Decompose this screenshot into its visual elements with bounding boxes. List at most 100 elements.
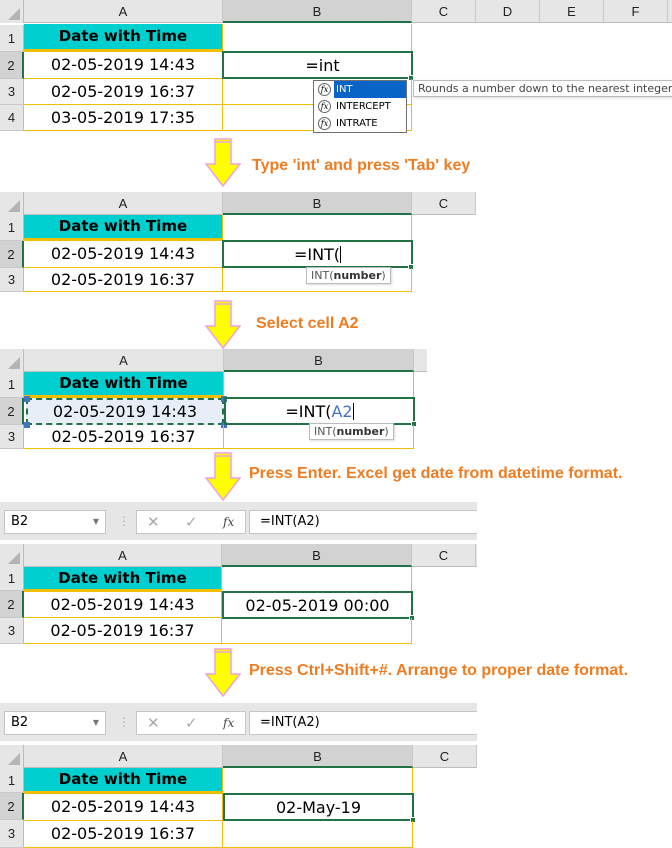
- row-header-1[interactable]: 1: [0, 372, 24, 398]
- select-all-corner[interactable]: [0, 544, 24, 567]
- row-header-1[interactable]: 1: [0, 567, 24, 591]
- down-arrow-icon: [205, 138, 241, 188]
- panel-2-function-entered: A B C 1 2 3 Date with Time 02-05-2019 14…: [0, 192, 476, 292]
- row-header-3[interactable]: 3: [0, 618, 24, 644]
- row-header-1[interactable]: 1: [0, 215, 24, 241]
- col-header-f[interactable]: F: [604, 0, 668, 23]
- selection-handle[interactable]: [24, 396, 30, 402]
- col-header-b[interactable]: B: [223, 0, 412, 23]
- panel-4-result-datetime: B2 ▼ ⋮ ✕ ✓ fx =INT(A2) A B C 1 2 3 Date …: [0, 502, 477, 644]
- row-header-2[interactable]: 2: [0, 398, 24, 425]
- chevron-down-icon[interactable]: ▼: [93, 712, 99, 734]
- function-argument-tooltip: INT(number): [306, 267, 391, 284]
- col-header-c[interactable]: C: [412, 544, 476, 567]
- cell-b3[interactable]: [222, 618, 412, 644]
- row-header-2[interactable]: 2: [0, 52, 24, 79]
- row-header-4[interactable]: 4: [0, 105, 24, 131]
- cell-a4[interactable]: 03-05-2019 17:35: [24, 105, 223, 131]
- col-header-a[interactable]: A: [24, 544, 222, 567]
- panel-3-select-reference: A B 1 2 3 Date with Time 02-05-2019 14:4…: [0, 349, 427, 449]
- cancel-icon[interactable]: ✕: [147, 714, 160, 732]
- cell-a1-header[interactable]: Date with Time: [24, 768, 223, 794]
- step-1-instruction: Type 'int' and press 'Tab' key: [252, 157, 471, 174]
- cell-a1-header[interactable]: Date with Time: [24, 372, 224, 398]
- row-header-1[interactable]: 1: [0, 768, 24, 793]
- row-header-2[interactable]: 2: [0, 241, 24, 268]
- row-header-3[interactable]: 3: [0, 425, 24, 449]
- cell-a3[interactable]: 02-05-2019 16:37: [24, 821, 223, 848]
- col-header-e[interactable]: E: [540, 0, 604, 23]
- cell-b1[interactable]: [223, 24, 412, 52]
- formula-input[interactable]: =INT(A2): [249, 510, 477, 534]
- cell-a2[interactable]: 02-05-2019 14:43: [24, 241, 223, 268]
- cell-a3[interactable]: 02-05-2019 16:37: [24, 268, 223, 292]
- cell-a2[interactable]: 02-05-2019 14:43: [24, 794, 223, 821]
- cancel-icon[interactable]: ✕: [147, 513, 160, 531]
- cell-a1-header[interactable]: Date with Time: [24, 567, 222, 592]
- enter-check-icon[interactable]: ✓: [185, 513, 198, 531]
- enter-check-icon[interactable]: ✓: [185, 714, 198, 732]
- row-header-3[interactable]: 3: [0, 79, 24, 105]
- insert-function-fx-icon[interactable]: fx: [223, 515, 234, 529]
- col-header-b[interactable]: B: [223, 192, 412, 215]
- col-header-c[interactable]: C: [413, 745, 477, 768]
- col-header-a[interactable]: A: [24, 192, 223, 215]
- cell-a2-reference-selection[interactable]: 02-05-2019 14:43: [26, 398, 224, 425]
- function-fx-icon: fx: [318, 83, 331, 96]
- cell-b1[interactable]: [223, 768, 413, 794]
- formula-reference: A2: [331, 402, 353, 421]
- row-header-1[interactable]: 1: [0, 25, 24, 52]
- cell-a3[interactable]: 02-05-2019 16:37: [24, 79, 223, 105]
- step-4-instruction: Press Ctrl+Shift+#. Arrange to proper da…: [249, 662, 629, 679]
- cell-b1[interactable]: [224, 372, 414, 398]
- col-header-a[interactable]: A: [24, 745, 223, 768]
- autocomplete-item-intercept[interactable]: fx INTERCEPT: [314, 98, 406, 115]
- cell-b3[interactable]: [223, 821, 413, 848]
- column-header-row: A B C: [0, 192, 476, 215]
- col-header-b[interactable]: B: [223, 745, 413, 768]
- col-header-d[interactable]: D: [476, 0, 540, 23]
- cell-b2-result[interactable]: 02-May-19: [223, 793, 414, 821]
- select-all-corner[interactable]: [0, 745, 24, 768]
- panel-5-result-date: B2 ▼ ⋮ ✕ ✓ fx =INT(A2) A B C 1 2 3 Date …: [0, 703, 477, 848]
- select-all-corner[interactable]: [0, 349, 24, 372]
- cell-b2-editing[interactable]: =INT(: [222, 240, 413, 268]
- row-header-2[interactable]: 2: [0, 793, 24, 820]
- cell-b1[interactable]: [223, 215, 412, 241]
- col-header-a[interactable]: A: [24, 349, 224, 372]
- name-box[interactable]: B2 ▼: [4, 711, 106, 735]
- col-header-c[interactable]: C: [412, 0, 476, 23]
- cell-b2-editing[interactable]: =INT(A2: [224, 397, 415, 425]
- function-argument-tooltip: INT(number): [309, 423, 394, 440]
- cell-a3[interactable]: 02-05-2019 16:37: [24, 618, 222, 644]
- function-fx-icon: fx: [318, 100, 331, 113]
- down-arrow-icon: [205, 648, 241, 698]
- cell-a3[interactable]: 02-05-2019 16:37: [24, 425, 224, 449]
- row-header-3[interactable]: 3: [0, 820, 24, 848]
- chevron-down-icon[interactable]: ▼: [93, 511, 99, 533]
- autocomplete-item-int[interactable]: fx INT: [314, 81, 406, 98]
- col-header-c[interactable]: C: [412, 192, 476, 215]
- formula-input[interactable]: =INT(A2): [249, 711, 477, 735]
- cell-b2-editing[interactable]: =int: [222, 51, 413, 79]
- column-header-row: A B C: [0, 544, 477, 567]
- autocomplete-item-intrate[interactable]: fx INTRATE: [314, 115, 406, 132]
- col-header-b[interactable]: B: [224, 349, 414, 372]
- col-header-b[interactable]: B: [222, 544, 412, 567]
- name-box[interactable]: B2 ▼: [4, 510, 106, 534]
- row-header-2[interactable]: 2: [0, 591, 24, 618]
- row-header-3[interactable]: 3: [0, 268, 24, 292]
- select-all-corner[interactable]: [0, 192, 24, 215]
- cell-a1-header[interactable]: Date with Time: [24, 24, 223, 52]
- cell-a2[interactable]: 02-05-2019 14:43: [24, 52, 223, 79]
- cell-b2-result[interactable]: 02-05-2019 00:00: [222, 591, 413, 619]
- formula-buttons: ✕ ✓ fx: [136, 711, 246, 735]
- cell-a1-header[interactable]: Date with Time: [24, 215, 223, 241]
- cell-b1[interactable]: [222, 567, 412, 592]
- insert-function-fx-icon[interactable]: fx: [223, 716, 234, 730]
- cell-a2[interactable]: 02-05-2019 14:43: [24, 592, 222, 618]
- formula-text: =INT(: [293, 245, 341, 264]
- col-header-a[interactable]: A: [24, 0, 223, 23]
- select-all-corner[interactable]: [0, 0, 24, 23]
- formula-buttons: ✕ ✓ fx: [136, 510, 246, 534]
